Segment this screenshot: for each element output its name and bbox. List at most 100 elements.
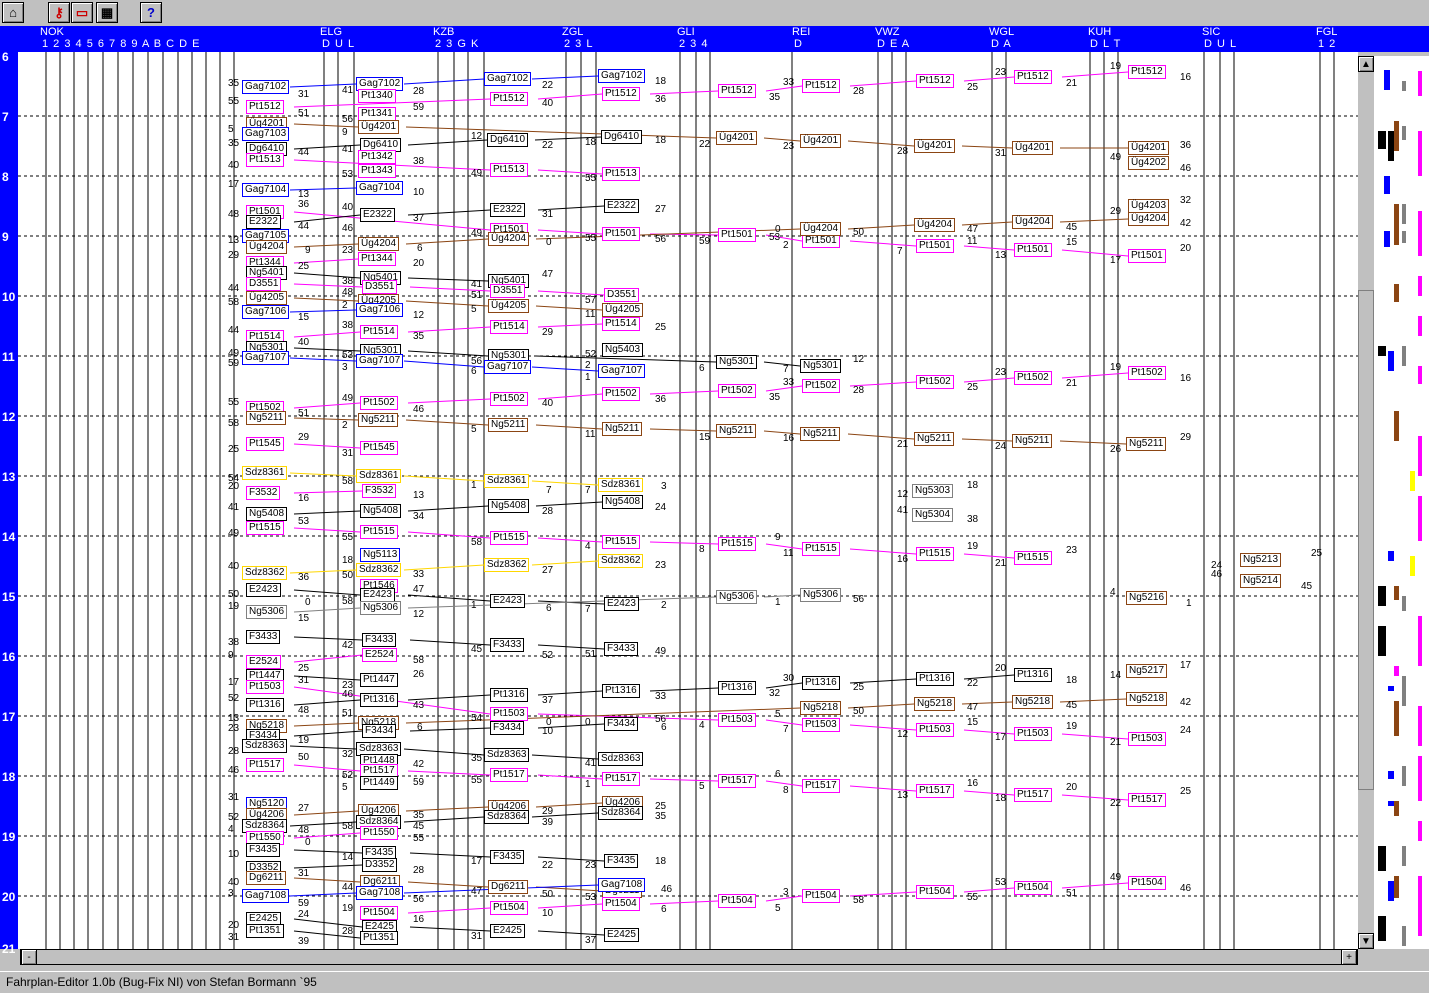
train-label[interactable]: F3433	[246, 630, 281, 644]
train-label[interactable]: Pt1316	[916, 672, 954, 686]
train-label[interactable]: Ng5403	[602, 343, 644, 357]
train-label[interactable]: Pt1504	[916, 885, 954, 899]
train-label[interactable]: Pt1503	[718, 713, 756, 727]
train-label[interactable]: Üg4205	[246, 291, 288, 305]
train-label[interactable]: Pt1545	[360, 441, 398, 455]
train-label[interactable]: Pt1503	[802, 718, 840, 732]
scroll-down-button[interactable]: ▼	[1358, 933, 1374, 949]
train-label[interactable]: Gag7107	[484, 360, 532, 374]
train-label[interactable]: Ng5301	[800, 359, 842, 373]
train-label[interactable]: Pt1514	[360, 325, 398, 339]
train-label[interactable]: Pt1517	[490, 768, 528, 782]
train-label[interactable]: Üg4201	[1128, 141, 1170, 155]
train-label[interactable]: Ng5218	[1012, 695, 1054, 709]
train-label[interactable]: E2322	[604, 199, 639, 213]
train-label[interactable]: Ng5213	[1240, 553, 1282, 567]
key-icon[interactable]: ⚷	[48, 2, 70, 23]
train-label[interactable]: F3532	[246, 486, 281, 500]
train-label[interactable]: Gag7102	[484, 72, 532, 86]
train-label[interactable]: Pt1343	[358, 164, 396, 178]
train-label[interactable]: Ng5211	[246, 411, 287, 425]
train-label[interactable]: Gag7107	[356, 354, 404, 368]
train-label[interactable]: Ng5306	[246, 605, 288, 619]
train-label[interactable]: Pt1517	[246, 758, 284, 772]
train-label[interactable]: Üg4204	[246, 240, 288, 254]
train-label[interactable]: Pt1502	[802, 379, 840, 393]
train-label[interactable]: F3435	[246, 843, 281, 857]
train-label[interactable]: Pt1341	[358, 107, 396, 121]
train-label[interactable]: Sdz8363	[242, 739, 288, 753]
train-label[interactable]: E2423	[604, 597, 639, 611]
train-label[interactable]: Üg4204	[800, 222, 842, 236]
train-label[interactable]: Pt1512	[602, 87, 640, 101]
train-label[interactable]: F3433	[604, 642, 639, 656]
train-label[interactable]: Pt1504	[602, 897, 640, 911]
train-label[interactable]: Pt1504	[490, 901, 528, 915]
train-label[interactable]: E2524	[362, 648, 397, 662]
train-label[interactable]: F3532	[362, 484, 397, 498]
train-label[interactable]: Pt1316	[490, 688, 528, 702]
train-label[interactable]: Üg4205	[602, 303, 644, 317]
zoom-out-button[interactable]: -	[21, 949, 37, 965]
train-label[interactable]: Gag7102	[242, 80, 290, 94]
timetable-graph[interactable]: Gag7102 Gag7102 Gag7102 Gag7102 Pt1340 Pt1512…	[18, 52, 1358, 949]
train-label[interactable]: Pt1342	[358, 150, 396, 164]
train-label[interactable]: Pt1512	[718, 84, 756, 98]
train-label[interactable]: Ng5211	[914, 432, 955, 446]
train-label[interactable]: Pt1512	[1128, 65, 1166, 79]
train-label[interactable]: Üg4205	[488, 299, 530, 313]
train-label[interactable]: Pt1513	[490, 163, 528, 177]
train-label[interactable]: Pt1504	[360, 906, 398, 920]
train-label[interactable]: F3435	[604, 854, 639, 868]
train-label[interactable]: Pt1514	[602, 317, 640, 331]
train-label[interactable]: Sdz8361	[484, 474, 530, 488]
train-label[interactable]: Pt1515	[718, 537, 756, 551]
train-label[interactable]: E2524	[246, 655, 281, 669]
train-label[interactable]: E2425	[490, 924, 525, 938]
train-label[interactable]: Pt1351	[246, 924, 284, 938]
train-label[interactable]: Ng5301	[716, 355, 758, 369]
scroll-up-button[interactable]: ▲	[1358, 56, 1374, 72]
train-label[interactable]: Pt1515	[490, 531, 528, 545]
train-label[interactable]: Üg4204	[1128, 212, 1170, 226]
train-label[interactable]: Pt1504	[1128, 876, 1166, 890]
train-label[interactable]: Pt1316	[602, 684, 640, 698]
train-label[interactable]: Pt1502	[718, 384, 756, 398]
train-label[interactable]: Pt1316	[1014, 668, 1052, 682]
train-label[interactable]: Gag7104	[242, 183, 290, 197]
train-label[interactable]: Gag7108	[356, 886, 404, 900]
train-label[interactable]: E2423	[360, 588, 395, 602]
train-label[interactable]: Pt1515	[916, 547, 954, 561]
train-label[interactable]: F3433	[362, 633, 397, 647]
train-label[interactable]: D3551	[246, 277, 282, 291]
train-label[interactable]: F3433	[490, 638, 525, 652]
train-label[interactable]: Sdz8361	[242, 466, 288, 480]
train-label[interactable]: Gag7108	[242, 889, 290, 903]
train-label[interactable]: Sdz8362	[598, 554, 644, 568]
train-label[interactable]: Pt1501	[916, 239, 954, 253]
train-label[interactable]: Pt1502	[490, 392, 528, 406]
train-label[interactable]: Pt1504	[802, 889, 840, 903]
train-label[interactable]: Pt1340	[358, 89, 396, 103]
train-label[interactable]: Pt1513	[246, 153, 284, 167]
train-label[interactable]: E2322	[490, 203, 525, 217]
train-label[interactable]: Dg6211	[488, 880, 529, 894]
train-label[interactable]: Gag7106	[356, 303, 404, 317]
train-label[interactable]: Pt1447	[360, 673, 398, 687]
train-label[interactable]: Dg6410	[601, 130, 643, 144]
train-label[interactable]: Pt1316	[360, 693, 398, 707]
train-label[interactable]: Pt1512	[490, 92, 528, 106]
train-label[interactable]: Sdz8361	[356, 469, 402, 483]
train-label[interactable]: Ng5408	[360, 504, 402, 518]
train-label[interactable]: Pt1503	[1014, 727, 1052, 741]
train-label[interactable]: Pt1517	[1128, 793, 1166, 807]
help-icon[interactable]: ?	[140, 2, 162, 23]
train-label[interactable]: Pt1501	[802, 234, 840, 248]
train-icon[interactable]: ▦	[96, 2, 118, 23]
train-label[interactable]: Ng5214	[1240, 574, 1282, 588]
train-label[interactable]: Pt1550	[360, 826, 398, 840]
vertical-scrollbar[interactable]: ▲ ▼	[1358, 56, 1374, 949]
train-label[interactable]: Ng5306	[360, 601, 402, 615]
train-label[interactable]: Üg4201	[716, 131, 758, 145]
train-label[interactable]: Ng5408	[488, 499, 530, 513]
